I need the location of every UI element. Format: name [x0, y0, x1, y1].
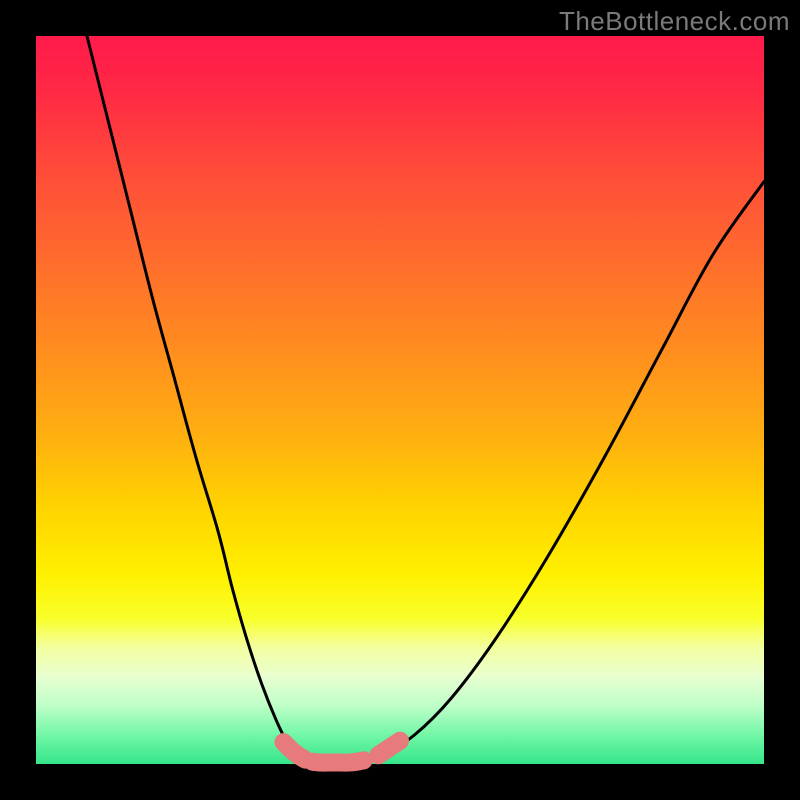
plot-area: [36, 36, 764, 764]
watermark-text: TheBottleneck.com: [559, 6, 790, 37]
marker-segment-right-exit: [378, 741, 400, 756]
chart-svg: [36, 36, 764, 764]
marker-layer: [284, 741, 400, 763]
chart-frame: TheBottleneck.com: [0, 0, 800, 800]
bottleneck-curve: [87, 36, 764, 763]
marker-segment-left-entry: [284, 742, 306, 759]
marker-segment-floor: [313, 760, 364, 762]
curve-layer: [87, 36, 764, 763]
